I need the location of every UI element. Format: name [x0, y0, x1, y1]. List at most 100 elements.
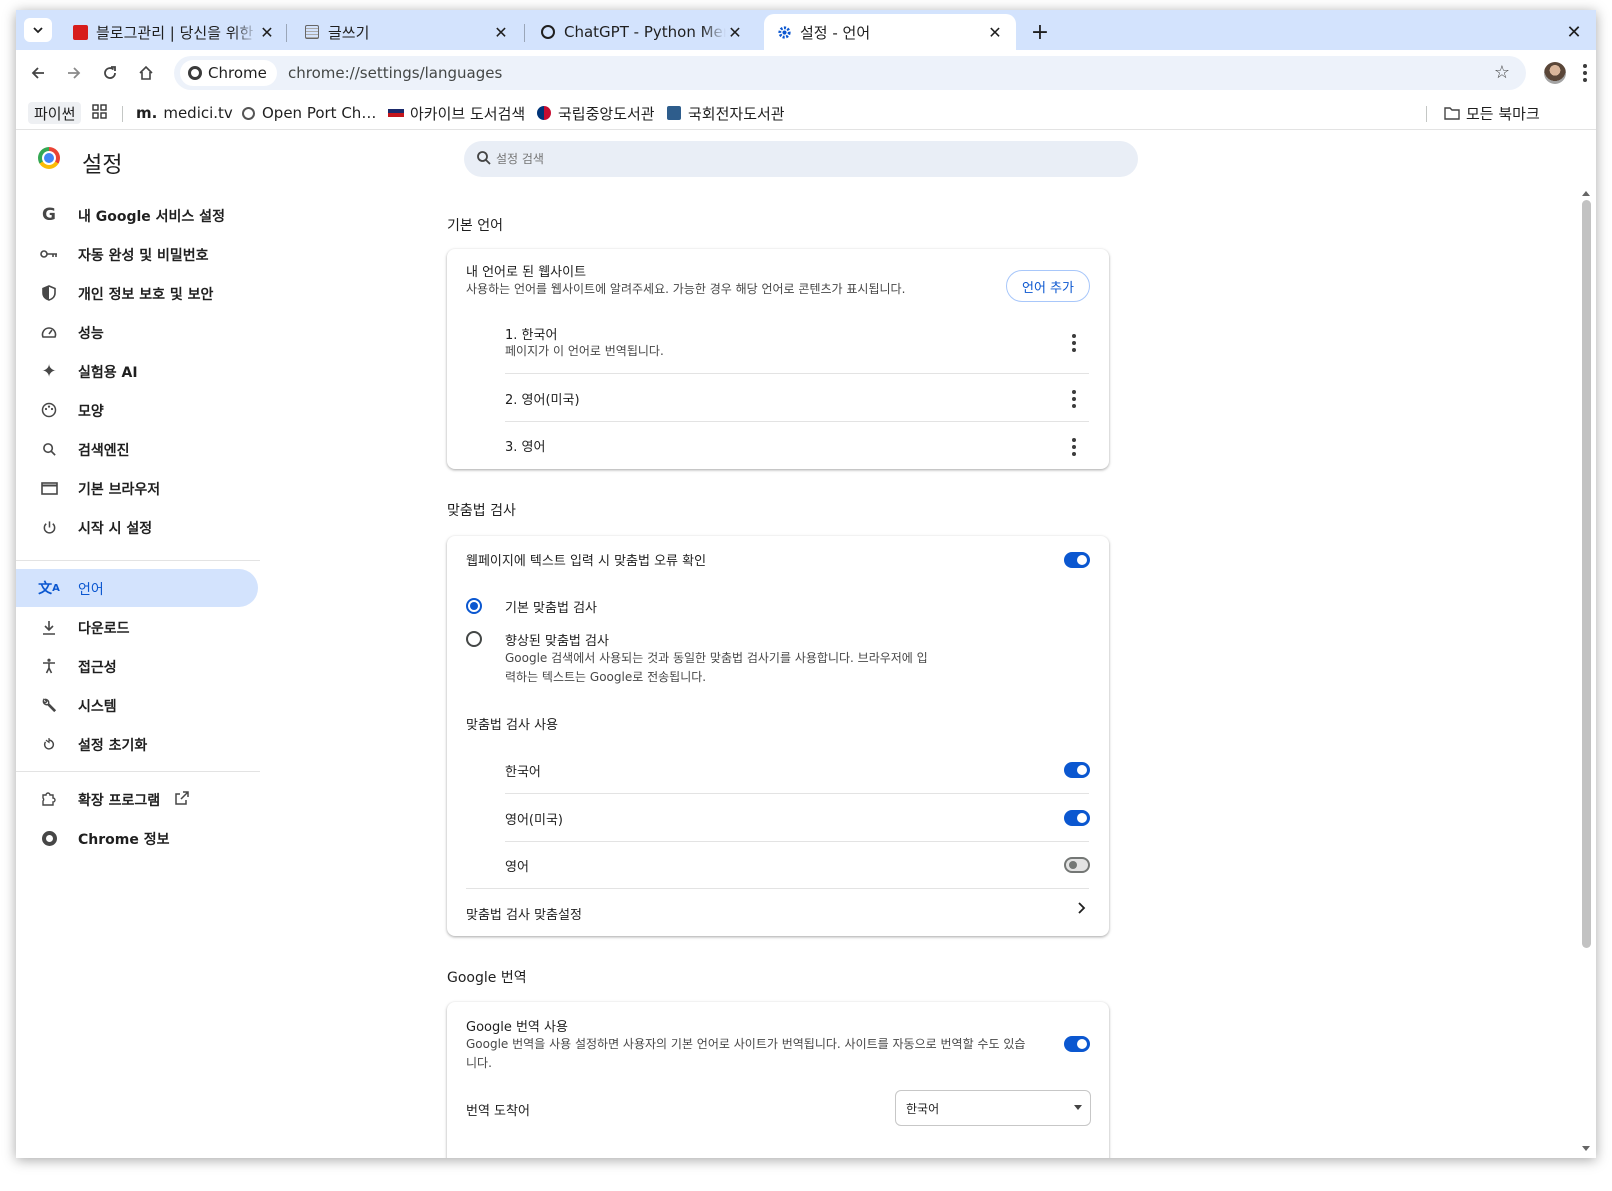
translate-description: Google 번역을 사용 설정하면 사용자의 기본 언어로 사이트가 번역됩니…: [466, 1037, 1026, 1051]
spellcheck-toggle[interactable]: [1064, 552, 1090, 568]
section-title-spellcheck: 맞춤법 검사: [447, 503, 516, 519]
scrollbar-thumb[interactable]: [1582, 200, 1591, 948]
forward-button[interactable]: [62, 61, 86, 85]
profile-avatar[interactable]: [1544, 62, 1566, 84]
browser-window: 블로그관리 | 당신을 위한 E ✕ 글쓰기 ✕ ChatGPT - Pytho…: [16, 10, 1596, 1158]
archive-favicon-icon: [388, 105, 404, 121]
sidebar-item-label: 자동 완성 및 비밀번호: [78, 248, 209, 264]
settings-search[interactable]: [464, 141, 1138, 177]
grid-icon: [92, 103, 107, 123]
tab-search-button[interactable]: [24, 18, 52, 42]
palette-icon: [40, 401, 58, 419]
globe-icon: [240, 105, 256, 121]
reset-icon: [40, 735, 58, 753]
sidebar-item-performance[interactable]: 성능: [16, 313, 258, 351]
apps-button[interactable]: [92, 102, 107, 124]
spellcheck-customize-link[interactable]: 맞춤법 검사 맞춤설정: [466, 904, 582, 923]
sidebar-item-extensions[interactable]: 확장 프로그램: [16, 780, 258, 818]
home-button[interactable]: [134, 61, 158, 85]
tab-settings-language[interactable]: 설정 - 언어 ✕: [764, 14, 1016, 50]
sidebar-item-label: 개인 정보 보호 및 보안: [78, 287, 214, 303]
close-icon[interactable]: ✕: [492, 23, 510, 42]
bookmark-python[interactable]: 파이썬: [28, 102, 82, 124]
scroll-down-arrow-icon[interactable]: [1582, 1146, 1590, 1151]
dropdown-arrow-icon: [1074, 1105, 1082, 1110]
sidebar-item-privacy[interactable]: 개인 정보 보호 및 보안: [16, 274, 258, 312]
preferred-heading: 내 언어로 된 웹사이트: [466, 265, 587, 280]
site-info-chip[interactable]: Chrome: [180, 60, 277, 86]
url-text: chrome://settings/languages: [288, 64, 503, 82]
translate-card: Google 번역 사용 Google 번역을 사용 설정하면 사용자의 기본 …: [447, 1002, 1109, 1158]
chrome-menu-icon[interactable]: [1582, 62, 1588, 84]
close-icon[interactable]: ✕: [258, 23, 276, 42]
sidebar-item-label: 시스템: [78, 699, 117, 715]
sidebar-item-label: 접근성: [78, 660, 117, 676]
language-more-icon[interactable]: [1071, 438, 1077, 456]
sidebar-item-accessibility[interactable]: 접근성: [16, 647, 258, 685]
tab-blog-admin[interactable]: 블로그관리 | 당신을 위한 E ✕: [60, 14, 288, 50]
reload-button[interactable]: [98, 61, 122, 85]
enhanced-spellcheck-label: 향상된 맞춤법 검사: [505, 634, 609, 649]
page-title: 설정: [82, 153, 123, 178]
search-input[interactable]: [496, 141, 1096, 177]
tab-chatgpt[interactable]: ChatGPT - Python Ment ✕: [528, 14, 756, 50]
bookmark-label: 아카이브 도서검색: [410, 104, 526, 123]
sidebar-item-downloads[interactable]: 다운로드: [16, 608, 258, 646]
translate-description: 니다.: [466, 1056, 492, 1070]
translate-toggle[interactable]: [1064, 1036, 1090, 1052]
sidebar-item-google-services[interactable]: G 내 Google 서비스 설정: [16, 196, 258, 234]
chevron-right-icon[interactable]: [1076, 900, 1086, 919]
address-bar[interactable]: Chrome chrome://settings/languages ☆: [174, 56, 1526, 90]
enhanced-spellcheck-radio[interactable]: [466, 631, 482, 647]
sidebar-item-system[interactable]: 시스템: [16, 686, 258, 724]
window-close-button[interactable]: ✕: [1562, 20, 1586, 44]
sidebar-item-reset[interactable]: 설정 초기화: [16, 725, 258, 763]
bookmark-open-port[interactable]: Open Port Ch…: [240, 102, 376, 124]
sidebar-item-about-chrome[interactable]: Chrome 정보: [16, 819, 258, 857]
sparkle-icon: ✦: [41, 360, 57, 382]
sidebar-item-autofill[interactable]: 자동 완성 및 비밀번호: [16, 235, 258, 273]
new-tab-button[interactable]: +: [1028, 20, 1052, 45]
sidebar-item-on-startup[interactable]: 시작 시 설정: [16, 508, 258, 546]
bookmark-medici[interactable]: m. medici.tv: [136, 102, 233, 124]
sidebar-item-languages[interactable]: 文A 언어: [16, 569, 258, 607]
page-favicon-icon: [304, 24, 320, 40]
translate-heading: Google 번역 사용: [466, 1020, 568, 1035]
all-bookmarks-button[interactable]: 모든 북마크: [1444, 102, 1540, 124]
tab-write[interactable]: 글쓰기 ✕: [292, 14, 522, 50]
sidebar-item-search-engine[interactable]: 검색엔진: [16, 430, 258, 468]
language-more-icon[interactable]: [1071, 390, 1077, 408]
spellcheck-language-toggle[interactable]: [1064, 762, 1090, 778]
sidebar-divider: [16, 771, 260, 772]
basic-spellcheck-radio[interactable]: [466, 598, 482, 614]
scroll-up-arrow-icon[interactable]: [1582, 191, 1590, 196]
bookmark-assembly-library[interactable]: 국회전자도서관: [666, 102, 785, 124]
add-language-button[interactable]: 언어 추가: [1006, 270, 1090, 302]
spellcheck-toggle-label: 웹페이지에 텍스트 입력 시 맞춤법 오류 확인: [466, 554, 707, 569]
sidebar-item-default-browser[interactable]: 기본 브라우저: [16, 469, 258, 507]
arrow-right-icon: [68, 67, 81, 79]
spellcheck-language-label: 영어: [505, 860, 529, 875]
translate-target-select[interactable]: 한국어: [895, 1090, 1091, 1126]
bookmark-star-icon[interactable]: ☆: [1494, 62, 1510, 83]
chrome-logo-icon: [188, 66, 202, 80]
spellcheck-language-toggle[interactable]: [1064, 810, 1090, 826]
sidebar-item-appearance[interactable]: 모양: [16, 391, 258, 429]
spellcheck-language-label: 영어(미국): [505, 813, 563, 828]
close-icon[interactable]: ✕: [726, 23, 744, 42]
tab-strip: 블로그관리 | 당신을 위한 E ✕ 글쓰기 ✕ ChatGPT - Pytho…: [16, 10, 1596, 50]
back-button[interactable]: [26, 61, 50, 85]
language-more-icon[interactable]: [1071, 334, 1077, 352]
sidebar-item-experimental-ai[interactable]: ✦ 실험용 AI: [16, 352, 258, 390]
bookmark-archive[interactable]: 아카이브 도서검색: [388, 102, 525, 124]
basic-spellcheck-label: 기본 맞춤법 검사: [505, 601, 597, 616]
sidebar-item-label: 성능: [78, 326, 104, 342]
spellcheck-language-toggle[interactable]: [1064, 857, 1090, 873]
reload-icon: [104, 66, 116, 79]
sidebar-item-label: 확장 프로그램: [78, 793, 161, 809]
spellcheck-use-title: 맞춤법 검사 사용: [466, 718, 558, 733]
bookmark-national-library[interactable]: 국립중앙도서관: [536, 102, 655, 124]
close-icon[interactable]: ✕: [986, 23, 1004, 42]
sidebar-item-label: 기본 브라우저: [78, 482, 161, 498]
tab-separator: [286, 24, 287, 42]
